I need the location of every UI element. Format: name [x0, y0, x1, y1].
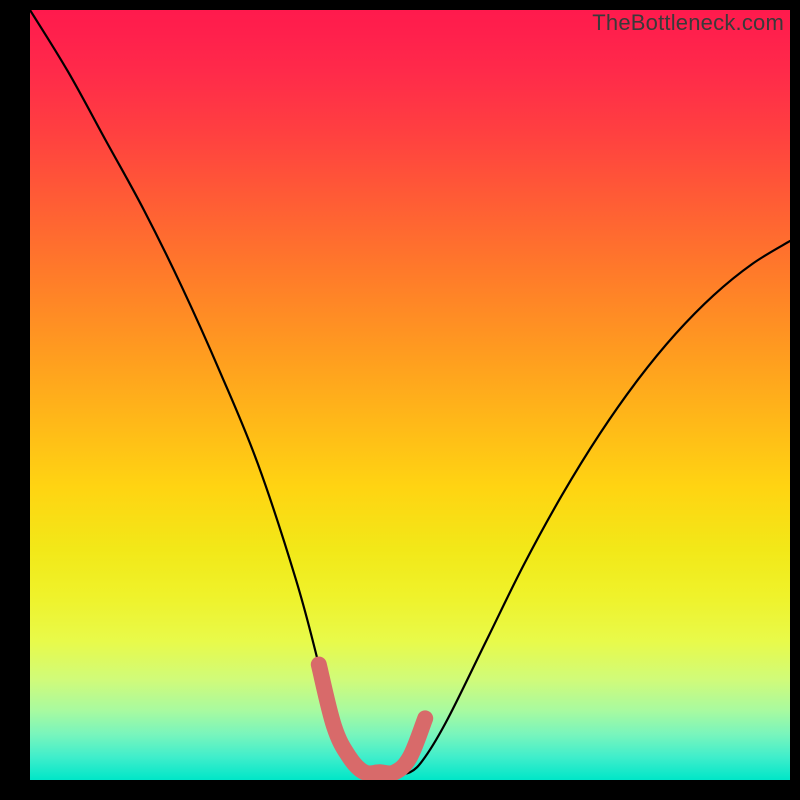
bottleneck-curve-path — [30, 10, 790, 774]
chart-frame: TheBottleneck.com — [0, 0, 800, 800]
curve-svg — [30, 10, 790, 780]
highlight-band-path — [319, 665, 425, 774]
gradient-plot-area: TheBottleneck.com — [30, 10, 790, 780]
